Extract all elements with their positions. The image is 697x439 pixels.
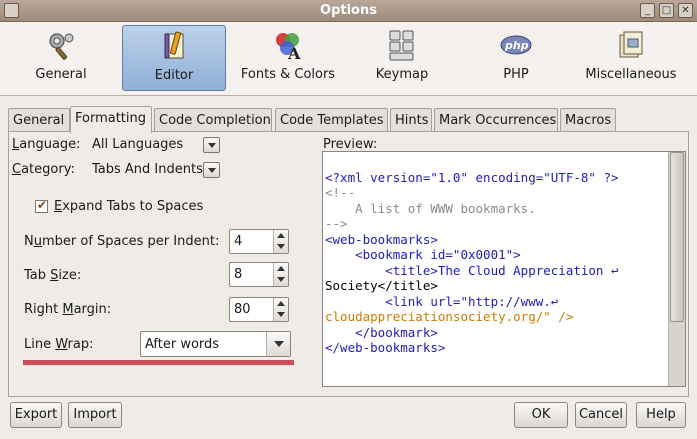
arrow-down-icon[interactable] — [277, 312, 285, 317]
expand-tabs-checkbox[interactable] — [35, 198, 48, 213]
arrow-up-icon[interactable] — [277, 301, 285, 306]
code-line: <bookmark id="0x0001"> — [325, 247, 521, 262]
code-line: <?xml version="1.0" encoding="UTF-8" ?> — [325, 169, 619, 185]
language-dropdown[interactable] — [203, 137, 220, 153]
preview-label: Preview: — [323, 137, 378, 152]
code-line: <link url="http://www.↩ — [325, 293, 559, 309]
scrollbar-thumb[interactable] — [670, 152, 684, 322]
category-keymap[interactable]: Keymap — [352, 25, 452, 91]
fonts-colors-icon: A — [276, 33, 301, 61]
line-wrap-label: Line Wrap: — [24, 337, 94, 352]
category-label: Miscellaneous — [585, 67, 677, 82]
category-miscellaneous[interactable]: Miscellaneous — [578, 25, 684, 91]
category-php[interactable]: php PHP — [470, 25, 562, 91]
code-line: --> — [325, 216, 348, 231]
tab-code-completion[interactable]: Code Completion — [154, 108, 272, 132]
import-button[interactable]: Import — [68, 402, 122, 428]
export-button[interactable]: Export — [10, 402, 62, 428]
category-label: PHP — [503, 67, 529, 82]
category-label: Category: — [12, 162, 75, 177]
keyboard-icon — [389, 30, 414, 61]
pencil-book-icon — [164, 31, 184, 59]
minimize-icon[interactable]: _ — [640, 3, 655, 18]
tab-formatting[interactable]: Formatting — [70, 106, 152, 133]
arrow-up-icon[interactable] — [277, 233, 285, 238]
ok-button[interactable]: OK — [514, 402, 568, 428]
tab-hints[interactable]: Hints — [390, 108, 432, 132]
tab-general[interactable]: General — [8, 108, 70, 132]
right-margin-label: Right Margin: — [24, 302, 112, 317]
code-line: cloudappreciationsociety.org/" /> — [325, 309, 574, 324]
tab-code-templates[interactable]: Code Templates — [275, 108, 388, 132]
code-line: <!-- — [325, 185, 356, 200]
line-wrap-dropdown[interactable]: After words — [140, 331, 291, 357]
arrow-down-icon[interactable] — [277, 277, 285, 282]
window-title: Options — [320, 3, 377, 18]
spaces-per-indent-label: Number of Spaces per Indent: — [24, 234, 220, 249]
preview-code: <?xml version="1.0" encoding="UTF-8" ?> … — [325, 154, 619, 371]
category-label: Keymap — [375, 67, 429, 82]
category-label: Fonts & Colors — [240, 67, 336, 82]
gears-icon — [49, 33, 74, 60]
arrow-up-icon[interactable] — [277, 266, 285, 271]
code-line: <title>The Cloud Appreciation ↩ — [325, 262, 619, 278]
preview-pane[interactable]: <?xml version="1.0" encoding="UTF-8" ?> … — [322, 151, 686, 387]
category-toolbar: General Editor A Fonts & Colors Keymap p… — [0, 22, 697, 96]
category-value[interactable]: Tabs And Indents — [92, 162, 203, 177]
tab-size-stepper[interactable]: 8 — [229, 262, 289, 287]
stepper-buttons[interactable] — [273, 263, 288, 286]
code-line: </web-bookmarks> — [325, 340, 446, 355]
svg-text:php: php — [504, 39, 529, 52]
expand-tabs-label[interactable]: Expand Tabs to Spaces — [54, 199, 203, 214]
spaces-per-indent-stepper[interactable]: 4 — [229, 229, 289, 254]
stepper-buttons[interactable] — [273, 298, 288, 321]
language-label: Language: — [12, 137, 81, 152]
right-margin-stepper[interactable]: 80 — [229, 297, 289, 322]
svg-text:A: A — [287, 44, 301, 61]
misc-icon — [619, 31, 643, 58]
spaces-per-indent-value[interactable]: 4 — [234, 234, 242, 249]
preview-scrollbar[interactable] — [668, 152, 685, 386]
tab-size-label: Tab Size: — [24, 268, 82, 283]
help-button[interactable]: Help — [636, 402, 686, 428]
code-line: </bookmark> — [325, 324, 438, 340]
window-titlebar: Options _ □ ✕ — [0, 0, 697, 22]
maximize-icon[interactable]: □ — [659, 3, 674, 18]
code-line: Society</title> — [325, 278, 438, 293]
arrow-down-icon[interactable] — [277, 244, 285, 249]
category-label: Editor — [154, 68, 194, 83]
category-label: General — [35, 67, 87, 82]
chevron-down-icon[interactable] — [266, 332, 290, 356]
tab-macros[interactable]: Macros — [560, 108, 616, 132]
tab-size-value[interactable]: 8 — [234, 267, 242, 282]
category-dropdown[interactable] — [203, 162, 220, 178]
cancel-button[interactable]: Cancel — [575, 402, 627, 428]
line-wrap-value[interactable]: After words — [145, 337, 219, 352]
stepper-buttons[interactable] — [273, 230, 288, 253]
category-fonts-colors[interactable]: A Fonts & Colors — [236, 25, 340, 91]
right-margin-value[interactable]: 80 — [234, 302, 251, 317]
close-icon[interactable]: ✕ — [678, 3, 693, 18]
category-general[interactable]: General — [16, 25, 106, 91]
php-icon: php — [500, 35, 532, 55]
code-line: <web-bookmarks> — [325, 231, 438, 247]
category-editor[interactable]: Editor — [122, 25, 226, 91]
tab-mark-occurrences[interactable]: Mark Occurrences — [434, 108, 558, 132]
highlight-underline — [23, 360, 294, 365]
language-value[interactable]: All Languages — [92, 137, 183, 152]
code-line: A list of WWW bookmarks. — [325, 200, 536, 216]
